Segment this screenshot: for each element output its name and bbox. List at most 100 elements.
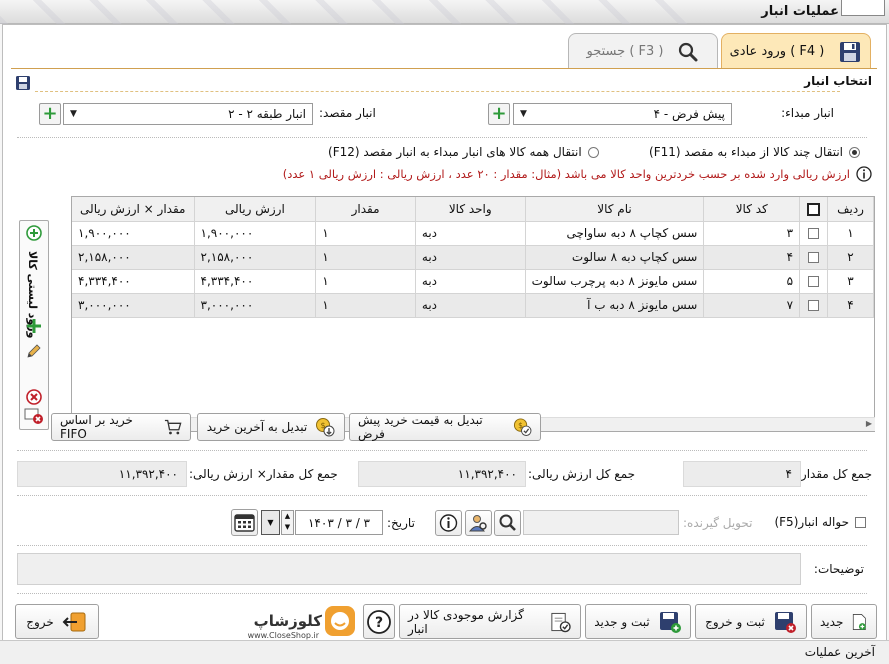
fifo-purchase-button[interactable]: خرید بر اساس FIFO	[51, 413, 191, 441]
row-checkbox[interactable]	[808, 276, 820, 287]
inventory-report-button[interactable]: گزارش موجودی کالا در انبار	[399, 604, 581, 639]
col-value[interactable]: ارزش ریالی	[194, 197, 317, 222]
tab-search[interactable]: جستجو ( F3 )	[568, 33, 718, 69]
value-cell[interactable]: ۴,۳۳۴,۴۰۰	[194, 269, 317, 294]
item-name-cell[interactable]: سس مایونز ۸ دبه پرچرب سالوت	[525, 269, 705, 294]
item-code-cell[interactable]: ۴	[703, 245, 801, 270]
save-exit-button[interactable]: ثبت و خروج	[695, 604, 807, 639]
item-code-cell[interactable]: ۷	[703, 293, 801, 318]
total-qty-value-value: ۱۱,۳۹۲,۴۰۰	[118, 467, 178, 481]
convert-default-price-button[interactable]: تبدیل به قیمت خرید پیش فرض $	[349, 413, 541, 441]
col-unit[interactable]: واحد کالا	[415, 197, 526, 222]
table-row[interactable]: ۳ ۵ سس مایونز ۸ دبه پرچرب سالوت دبه ۱ ۴,۳۳۴,۴…	[72, 269, 874, 294]
row-number-cell[interactable]: ۳	[827, 269, 874, 294]
dest-warehouse-select[interactable]: انبار طبقه ۲ - ۲ ▼	[63, 103, 313, 125]
row-checkbox[interactable]	[808, 252, 820, 263]
radio-multi-transfer[interactable]	[849, 146, 860, 158]
status-text: آخرین عملیات	[804, 645, 875, 659]
col-row-number[interactable]: ردیف	[827, 197, 874, 222]
havaleh-checkbox[interactable]	[855, 516, 866, 528]
row-checkbox-cell[interactable]	[799, 221, 829, 246]
add-source-warehouse-button[interactable]: +	[488, 103, 510, 125]
row-number-cell[interactable]: ۲	[827, 245, 874, 270]
quantity-cell[interactable]: ۱	[315, 221, 416, 246]
item-name-cell[interactable]: سس مایونز ۸ دبه ب آ	[525, 293, 705, 318]
edit-pencil-icon[interactable]	[26, 343, 42, 359]
brand-url: www.CloseShop.ir	[248, 631, 320, 640]
convert-last-purchase-button[interactable]: تبدیل به آخرین خرید $	[197, 413, 345, 441]
scroll-right-icon[interactable]: ▶	[866, 419, 872, 428]
total-cell[interactable]: ۱,۹۰۰,۰۰۰	[72, 221, 195, 246]
receiver-label: تحویل گیرنده:	[683, 516, 753, 530]
row-checkbox-cell[interactable]	[799, 293, 829, 318]
total-qty-label: جمع کل مقدار:	[796, 467, 872, 481]
add-icon[interactable]	[26, 318, 42, 334]
row-checkbox-cell[interactable]	[799, 245, 829, 270]
receiver-info-button[interactable]	[435, 510, 462, 536]
save-new-button[interactable]: ثبت و جدید	[585, 604, 691, 639]
item-code-cell[interactable]: ۵	[703, 269, 801, 294]
delete-all-icon[interactable]	[24, 407, 44, 425]
source-warehouse-select[interactable]: پیش فرض - ۴ ▼	[513, 103, 732, 125]
col-select-all[interactable]	[799, 197, 829, 222]
receiver-people-button[interactable]	[465, 510, 492, 536]
quantity-cell[interactable]: ۱	[315, 269, 416, 294]
row-checkbox-cell[interactable]	[799, 269, 829, 294]
info-icon	[856, 166, 872, 182]
calendar-button[interactable]	[231, 509, 258, 536]
unit-cell[interactable]: دبه	[415, 269, 526, 294]
col-item-name[interactable]: نام کالا	[525, 197, 705, 222]
date-value: ۱۴۰۳ / ۳ / ۳	[307, 515, 370, 530]
search-icon	[679, 42, 698, 61]
date-label: تاریخ:	[387, 516, 415, 530]
total-cell[interactable]: ۲,۱۵۸,۰۰۰	[72, 245, 195, 270]
receiver-search-button[interactable]	[494, 510, 521, 536]
dest-warehouse-label: انبار مقصد:	[319, 106, 376, 120]
delete-icon[interactable]	[26, 389, 42, 405]
exit-button[interactable]: خروج	[15, 604, 99, 639]
quantity-cell[interactable]: ۱	[315, 245, 416, 270]
col-quantity[interactable]: مقدار	[315, 197, 416, 222]
option-all-transfer[interactable]: انتقال همه کالا های انبار مبداء به انبار…	[328, 145, 599, 159]
table-row[interactable]: ۱ ۳ سس کچاپ ۸ دبه ساواچی دبه ۱ ۱,۹۰۰,۰۰۰ ۱,۹۰۰…	[72, 221, 874, 246]
unit-cell[interactable]: دبه	[415, 221, 526, 246]
help-button[interactable]: ?	[363, 604, 395, 639]
unit-cell[interactable]: دبه	[415, 245, 526, 270]
havaleh-checkbox-group[interactable]: حواله انبار(F5)	[774, 515, 866, 529]
item-name-cell[interactable]: سس کچاپ دبه ۸ سالوت	[525, 245, 705, 270]
radio-all-transfer[interactable]	[587, 146, 599, 158]
date-input[interactable]: ۱۴۰۳ / ۳ / ۳	[295, 510, 383, 535]
total-cell[interactable]: ۳,۰۰۰,۰۰۰	[72, 293, 195, 318]
value-cell[interactable]: ۱,۹۰۰,۰۰۰	[194, 221, 317, 246]
new-button[interactable]: جدید	[811, 604, 877, 639]
table-row[interactable]: ۴ ۷ سس مایونز ۸ دبه ب آ دبه ۱ ۳,۰۰۰,۰۰۰ ۳,۰۰۰,…	[72, 293, 874, 318]
add-dest-warehouse-button[interactable]: +	[39, 103, 61, 125]
row-number-cell[interactable]: ۴	[827, 293, 874, 318]
row-checkbox[interactable]	[808, 300, 820, 311]
date-dropdown-button[interactable]: ▼	[261, 510, 280, 535]
save-exit-label: ثبت و خروج	[705, 614, 765, 629]
description-input[interactable]	[17, 553, 801, 585]
receiver-input[interactable]	[523, 510, 679, 535]
value-cell[interactable]: ۲,۱۵۸,۰۰۰	[194, 245, 317, 270]
quantity-cell[interactable]: ۱	[315, 293, 416, 318]
tab-normal-entry[interactable]: ورود عادی ( F4 )	[721, 33, 871, 69]
unit-cell[interactable]: دبه	[415, 293, 526, 318]
value-cell[interactable]: ۳,۰۰۰,۰۰۰	[194, 293, 317, 318]
select-all-checkbox[interactable]	[807, 202, 821, 216]
save-icon[interactable]	[15, 75, 31, 91]
col-total[interactable]: مقدار × ارزش ریالی	[72, 197, 195, 222]
date-spinner[interactable]: ▲ ▼	[281, 510, 294, 535]
window-control[interactable]	[841, 0, 885, 16]
row-number-cell[interactable]: ۱	[827, 221, 874, 246]
add-circle-icon[interactable]	[26, 225, 42, 241]
total-cell[interactable]: ۴,۳۳۴,۴۰۰	[72, 269, 195, 294]
tab-normal-entry-label: ورود عادی ( F4 )	[729, 44, 825, 59]
col-item-code[interactable]: کد کالا	[703, 197, 801, 222]
row-checkbox[interactable]	[808, 228, 820, 239]
total-value-value: ۱۱,۳۹۲,۴۰۰	[457, 467, 517, 481]
option-multi-transfer[interactable]: انتقال چند کالا از مبداء به مقصد (F11)	[649, 145, 860, 159]
item-name-cell[interactable]: سس کچاپ ۸ دبه ساواچی	[525, 221, 705, 246]
item-code-cell[interactable]: ۳	[703, 221, 801, 246]
table-row[interactable]: ۲ ۴ سس کچاپ دبه ۸ سالوت دبه ۱ ۲,۱۵۸,۰۰۰ ۲,۱۵۸,…	[72, 245, 874, 270]
